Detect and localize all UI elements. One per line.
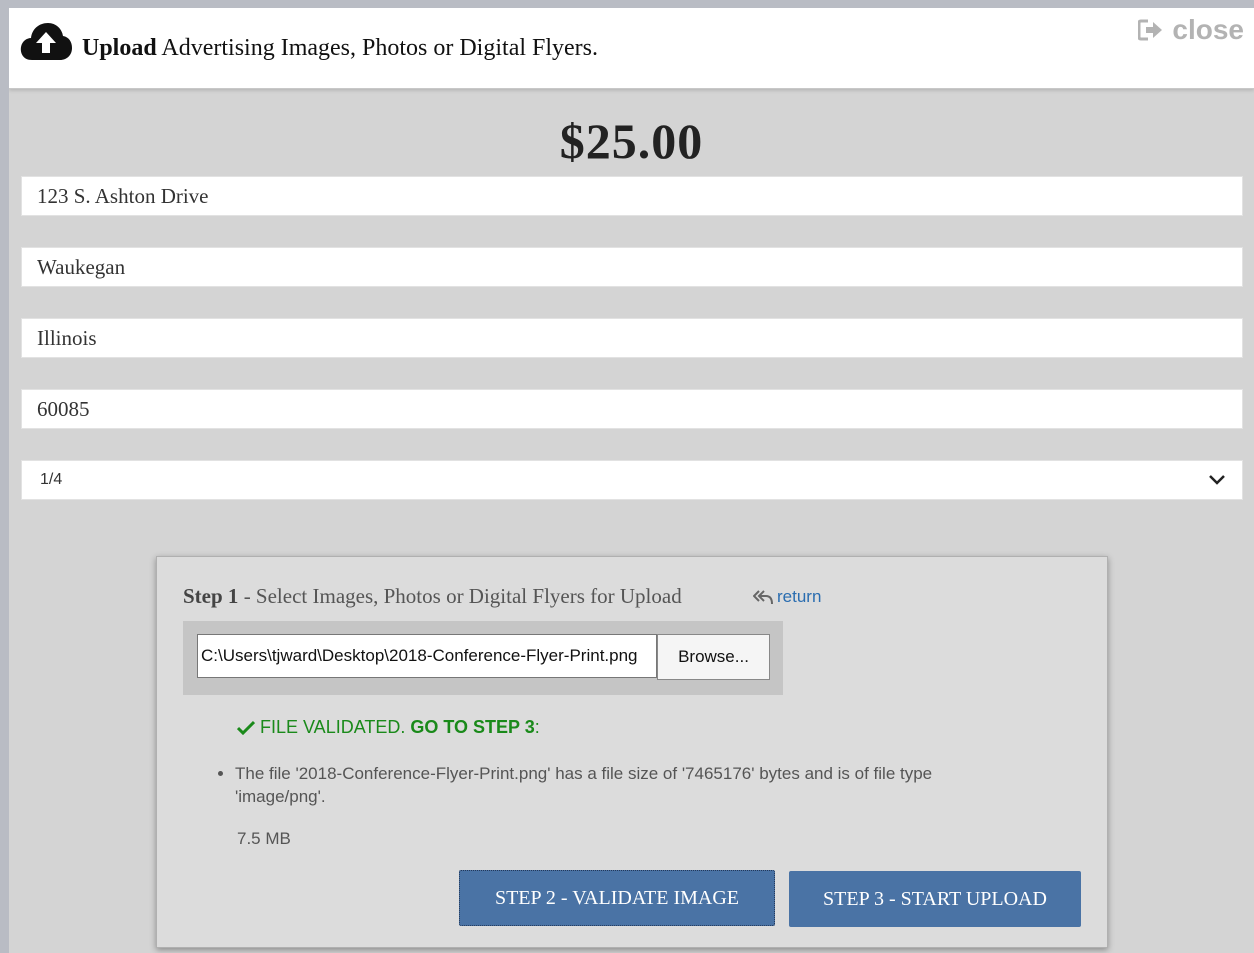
price-amount: $25.00 [559,113,704,169]
file-path-input[interactable]: C:\Users\tjward\Desktop\2018-Conference-… [197,634,657,678]
file-picker: C:\Users\tjward\Desktop\2018-Conference-… [183,621,783,695]
browse-button[interactable]: Browse... [657,634,770,680]
modal-header: Upload Advertising Images, Photos or Dig… [9,8,1254,89]
validation-status: FILE VALIDATED. GO TO STEP 3: [237,717,540,738]
validated-next-step: GO TO STEP 3 [410,717,535,737]
close-label: close [1172,14,1244,45]
return-link[interactable]: return [753,587,821,607]
sign-out-icon [1138,19,1163,41]
checkmark-icon [237,720,255,735]
validated-label: FILE VALIDATED. [260,717,406,737]
file-info: The file '2018-Conference-Flyer-Print.pn… [215,762,1015,808]
step1-heading: Step 1 - Select Images, Photos or Digita… [183,584,682,608]
ad-size-select[interactable]: 1/4 [21,460,1243,500]
state-field[interactable]: Illinois [21,318,1243,358]
validated-suffix: : [534,717,540,737]
return-label: return [777,587,822,606]
address-field[interactable]: 123 S. Ashton Drive [21,176,1243,216]
cloud-upload-icon [20,23,72,60]
ad-size-value: 1/4 [40,471,63,488]
modal-title: Upload Advertising Images, Photos or Dig… [82,35,599,61]
close-button[interactable]: close [1138,14,1244,45]
validate-image-button[interactable]: STEP 2 - VALIDATE IMAGE [459,870,775,926]
start-upload-button[interactable]: STEP 3 - START UPLOAD [789,871,1081,927]
zip-field[interactable]: 60085 [21,389,1243,429]
city-field[interactable]: Waukegan [21,247,1243,287]
file-info-item: The file '2018-Conference-Flyer-Print.pn… [235,762,1015,808]
reply-all-icon [753,590,773,605]
file-size: 7.5 MB [237,829,291,848]
chevron-down-icon [1209,475,1225,485]
upload-panel: Step 1 - Select Images, Photos or Digita… [156,556,1108,948]
upload-modal: Upload Advertising Images, Photos or Dig… [9,8,1254,953]
